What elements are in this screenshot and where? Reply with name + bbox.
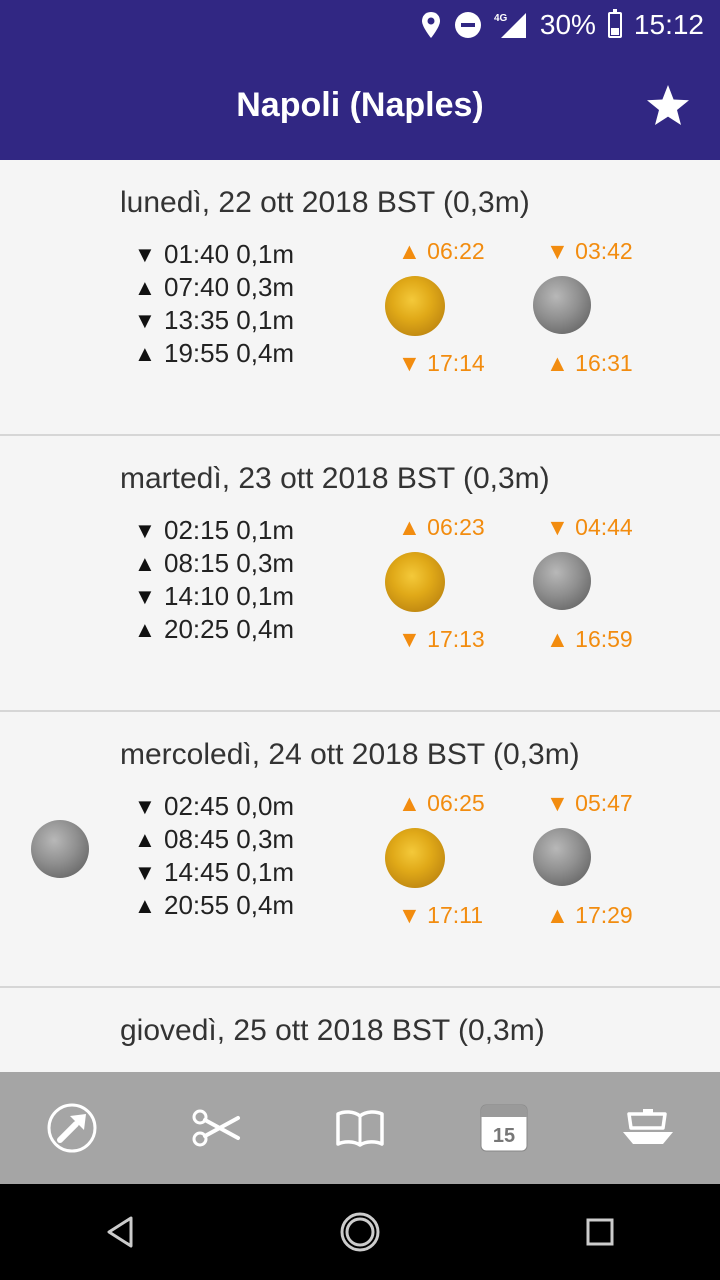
clock: 15:12 (633, 9, 704, 40)
moon-icon (533, 276, 591, 334)
bottom-toolbar: 15 (0, 1072, 720, 1184)
recents-button[interactable] (570, 1202, 630, 1262)
scissors-icon (192, 1109, 240, 1147)
sunset-time: ▼ 17:11 (398, 902, 484, 928)
calendar-button[interactable]: 15 (468, 1092, 540, 1164)
sunset-time: ▼ 17:13 (398, 626, 485, 652)
tide-list: ▼ 01:40 0,1m ▲ 07:40 0,3m ▼ 13:35 0,1m ▲ 19:… (134, 238, 294, 370)
system-nav-bar (0, 1184, 720, 1280)
tide-list: ▼ 02:45 0,0m ▲ 08:45 0,3m ▼ 14:45 0,1m ▲ 20:… (134, 790, 294, 922)
moonrise-time: ▲ 17:29 (546, 902, 633, 928)
sunrise-time: ▲ 06:25 (398, 790, 485, 816)
calendar-day: 15 (493, 1125, 515, 1147)
tide-time-height: 19:55 0,4m (164, 338, 295, 368)
day-card[interactable]: giovedì, 25 ott 2018 BST (0,3m) (0, 988, 720, 1072)
tide-time-height: 08:45 0,3m (164, 824, 295, 854)
location-icon (421, 12, 440, 38)
day-card[interactable]: mercoledì, 24 ott 2018 BST (0,3m) ▼ 02:45… (0, 712, 720, 988)
calendar-icon: 15 (480, 1104, 528, 1152)
day-card[interactable]: martedì, 23 ott 2018 BST (0,3m) ▼ 02:15 0… (0, 436, 720, 712)
tide-time-height: 08:15 0,3m (164, 548, 295, 578)
tools-button[interactable] (180, 1092, 252, 1164)
sun-icon (385, 828, 445, 888)
tide-entry: ▲ 08:15 0,3m (134, 547, 294, 580)
tide-entry: ▼ 02:45 0,0m (134, 790, 294, 823)
sunrise-time: ▲ 06:23 (398, 514, 485, 540)
tide-time-height: 02:45 0,0m (164, 791, 295, 821)
tide-direction: ▼ (134, 793, 156, 819)
tide-direction: ▲ (134, 550, 156, 576)
moonset-time: ▼ 03:42 (546, 238, 633, 264)
signal-icon: 4G (494, 13, 526, 38)
day-title: mercoledì, 24 ott 2018 BST (0,3m) (120, 738, 580, 771)
boat-button[interactable] (612, 1092, 684, 1164)
sun-icon (385, 552, 445, 612)
moonset-time: ▼ 05:47 (546, 790, 633, 816)
tide-direction: ▼ (134, 859, 156, 885)
tide-time-height: 13:35 0,1m (164, 305, 295, 335)
compass-icon (47, 1103, 97, 1153)
back-button[interactable] (90, 1202, 150, 1262)
sunrise-time: ▲ 06:22 (398, 238, 485, 264)
tide-entry: ▼ 14:10 0,1m (134, 580, 294, 613)
sun-icon (385, 276, 445, 336)
moonrise-time: ▲ 16:59 (546, 626, 633, 652)
tide-direction: ▼ (134, 517, 156, 543)
status-bar: 4G 30% 15:12 (0, 0, 720, 50)
battery-percent: 30% (539, 9, 596, 40)
tide-time-height: 20:55 0,4m (164, 890, 295, 920)
back-icon (107, 1216, 133, 1248)
tide-direction: ▲ (134, 340, 156, 366)
battery-icon (607, 9, 622, 38)
tide-direction: ▲ (134, 892, 156, 918)
tide-entry: ▲ 08:45 0,3m (134, 823, 294, 856)
boat-icon (623, 1109, 673, 1144)
guide-button[interactable] (324, 1092, 396, 1164)
tide-time-height: 14:10 0,1m (164, 581, 295, 611)
moon-icon (533, 552, 591, 610)
star-icon[interactable] (644, 82, 692, 130)
tide-day-list[interactable]: lunedì, 22 ott 2018 BST (0,3m) ▼ 01:40 0,… (0, 160, 720, 1072)
network-label: 4G (494, 13, 508, 24)
recents-icon (586, 1218, 614, 1246)
tide-direction: ▲ (134, 616, 156, 642)
tide-list: ▼ 02:15 0,1m ▲ 08:15 0,3m ▼ 14:10 0,1m ▲ 20:… (134, 514, 294, 646)
tide-time-height: 01:40 0,1m (164, 239, 295, 269)
home-icon (340, 1212, 380, 1252)
day-title: lunedì, 22 ott 2018 BST (0,3m) (120, 186, 530, 219)
moonset-time: ▼ 04:44 (546, 514, 633, 540)
tide-entry: ▲ 19:55 0,4m (134, 337, 294, 370)
tide-entry: ▼ 02:15 0,1m (134, 514, 294, 547)
tide-direction: ▼ (134, 241, 156, 267)
page-title: Napoli (Naples) (236, 86, 484, 124)
tide-entry: ▲ 07:40 0,3m (134, 271, 294, 304)
day-title: giovedì, 25 ott 2018 BST (0,3m) (120, 1014, 545, 1047)
tide-entry: ▼ 01:40 0,1m (134, 238, 294, 271)
tide-time-height: 07:40 0,3m (164, 272, 295, 302)
day-title: martedì, 23 ott 2018 BST (0,3m) (120, 462, 550, 495)
compass-button[interactable] (36, 1092, 108, 1164)
tide-direction: ▼ (134, 583, 156, 609)
sunset-time: ▼ 17:14 (398, 350, 485, 376)
moon-icon (533, 828, 591, 886)
do-not-disturb-icon (454, 12, 481, 38)
home-button[interactable] (330, 1202, 390, 1262)
tide-direction: ▲ (134, 274, 156, 300)
tide-time-height: 20:25 0,4m (164, 614, 295, 644)
book-icon (336, 1110, 384, 1147)
tide-direction: ▼ (134, 307, 156, 333)
tide-entry: ▲ 20:25 0,4m (134, 613, 294, 646)
day-card[interactable]: lunedì, 22 ott 2018 BST (0,3m) ▼ 01:40 0,… (0, 160, 720, 436)
app-bar: Napoli (Naples) (0, 50, 720, 160)
moon-phase-icon (31, 820, 89, 878)
tide-entry: ▼ 13:35 0,1m (134, 304, 294, 337)
tide-time-height: 02:15 0,1m (164, 515, 295, 545)
tide-entry: ▼ 14:45 0,1m (134, 856, 294, 889)
moonrise-time: ▲ 16:31 (546, 350, 633, 376)
tide-time-height: 14:45 0,1m (164, 857, 295, 887)
tide-entry: ▲ 20:55 0,4m (134, 889, 294, 922)
tide-direction: ▲ (134, 826, 156, 852)
